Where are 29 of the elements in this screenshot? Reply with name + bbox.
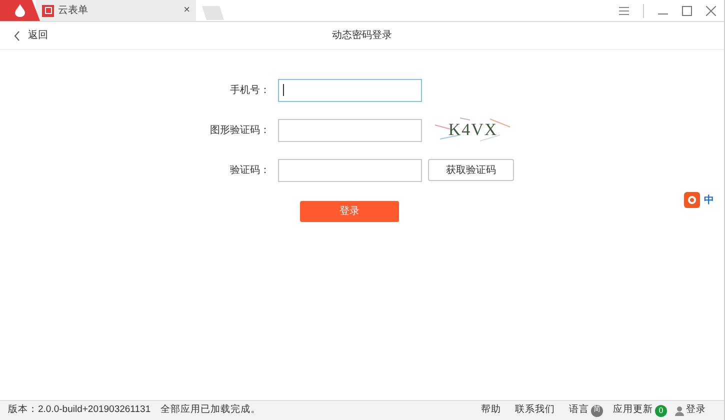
status-link[interactable]: 联系我们 [515, 403, 555, 418]
browser-tab[interactable]: 云表单 × [36, 0, 196, 21]
login-link[interactable]: 登录 [686, 403, 706, 418]
version-text: 版本：2.0.0-build+201903261131 [8, 403, 151, 418]
close-icon[interactable] [706, 6, 716, 16]
user-icon [675, 406, 684, 416]
status-message: 全部应用已加载完成。 [160, 403, 261, 418]
language-link[interactable]: 语言 [569, 403, 589, 418]
close-tab-button[interactable]: × [184, 2, 190, 19]
input-field[interactable] [278, 158, 422, 182]
input-field[interactable] [278, 78, 422, 102]
form-logo-icon [42, 4, 54, 16]
back-button[interactable]: 返回 [14, 28, 48, 43]
ime-mode: 中 [704, 194, 715, 208]
update-count-badge: 0 [655, 404, 667, 416]
text-cursor [283, 84, 284, 96]
captcha-image[interactable]: K4VX [430, 115, 516, 145]
chevron-left-icon [14, 30, 20, 40]
get-code-button[interactable]: 获取验证码 [428, 159, 514, 181]
page-title: 动态密码登录 [332, 28, 392, 43]
updates-link[interactable]: 应用更新 [613, 403, 653, 418]
status-link[interactable]: 帮助 [481, 403, 501, 418]
field-label: 验证码： [229, 164, 270, 178]
field-label: 图形验证码： [209, 124, 270, 138]
menu-icon[interactable] [619, 6, 629, 14]
maximize-icon[interactable] [682, 6, 692, 16]
input-field[interactable] [278, 118, 422, 142]
tab-title: 云表单 [58, 4, 89, 18]
field-label: 手机号： [229, 84, 270, 98]
